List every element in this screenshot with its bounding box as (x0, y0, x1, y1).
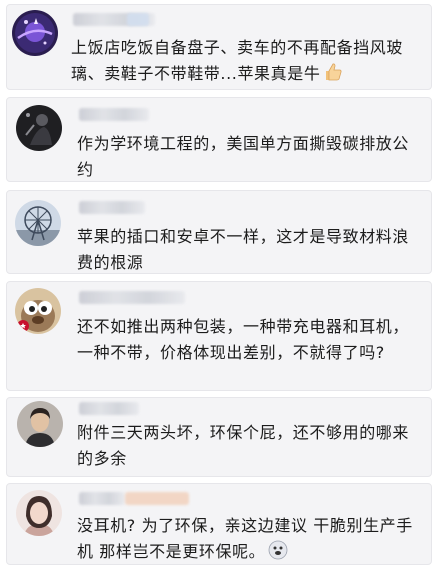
purple-planet-avatar[interactable] (12, 10, 58, 56)
woman-portrait-avatar[interactable] (16, 490, 62, 536)
comment-text: 还不如推出两种包装，一种带充电器和耳机，一种不带，价格体现出差别，不就得了吗? (77, 317, 410, 362)
comment-card-6: 没耳机? 为了环保，亲这边建议 干脆别生产手机 那样岂不是更环保呢。 (6, 483, 432, 565)
cartoon-squirrel-avatar[interactable] (15, 288, 61, 334)
comment-text: 附件三天两头坏，环保个屁，还不够用的哪来的多余 (77, 423, 410, 468)
comment-card-2: 作为学环境工程的，美国单方面撕毁碳排放公约 (6, 97, 432, 182)
ferris-wheel-avatar[interactable] (15, 200, 61, 246)
comment-card-5: 附件三天两头坏，环保个屁，还不够用的哪来的多余 (6, 397, 432, 477)
username-blurred (79, 291, 185, 304)
comment-text: 没耳机? 为了环保，亲这边建议 干脆别生产手机 那样岂不是更环保呢。 (77, 513, 421, 564)
comment-text: 苹果的插口和安卓不一样，这才是导致材料浪费的根源 (77, 227, 410, 272)
doge-icon (268, 540, 288, 564)
comment-text: 作为学环境工程的，美国单方面撕毁碳排放公约 (77, 134, 410, 179)
username-blurred (79, 108, 149, 121)
thumbs-up-icon (323, 62, 343, 89)
comment-card-4: 还不如推出两种包装，一种带充电器和耳机，一种不带，价格体现出差别，不就得了吗? (6, 281, 432, 391)
username-blurred (79, 201, 145, 214)
dark-figure-avatar[interactable] (16, 105, 62, 151)
comment-text: 上饭店吃饭自备盘子、卖车的不再配备挡风玻璃、卖鞋子不带鞋带...苹果真是牛 (71, 35, 421, 89)
user-tag-blurred (125, 492, 189, 505)
comment-card-3: 苹果的插口和安卓不一样，这才是导致材料浪费的根源 (6, 190, 432, 274)
username-blurred (79, 402, 139, 415)
man-portrait-avatar[interactable] (17, 401, 63, 447)
comment-card-1: 上饭店吃饭自备盘子、卖车的不再配备挡风玻璃、卖鞋子不带鞋带...苹果真是牛 (6, 4, 432, 90)
user-badge-blurred (127, 13, 149, 26)
username-blurred (79, 492, 125, 505)
